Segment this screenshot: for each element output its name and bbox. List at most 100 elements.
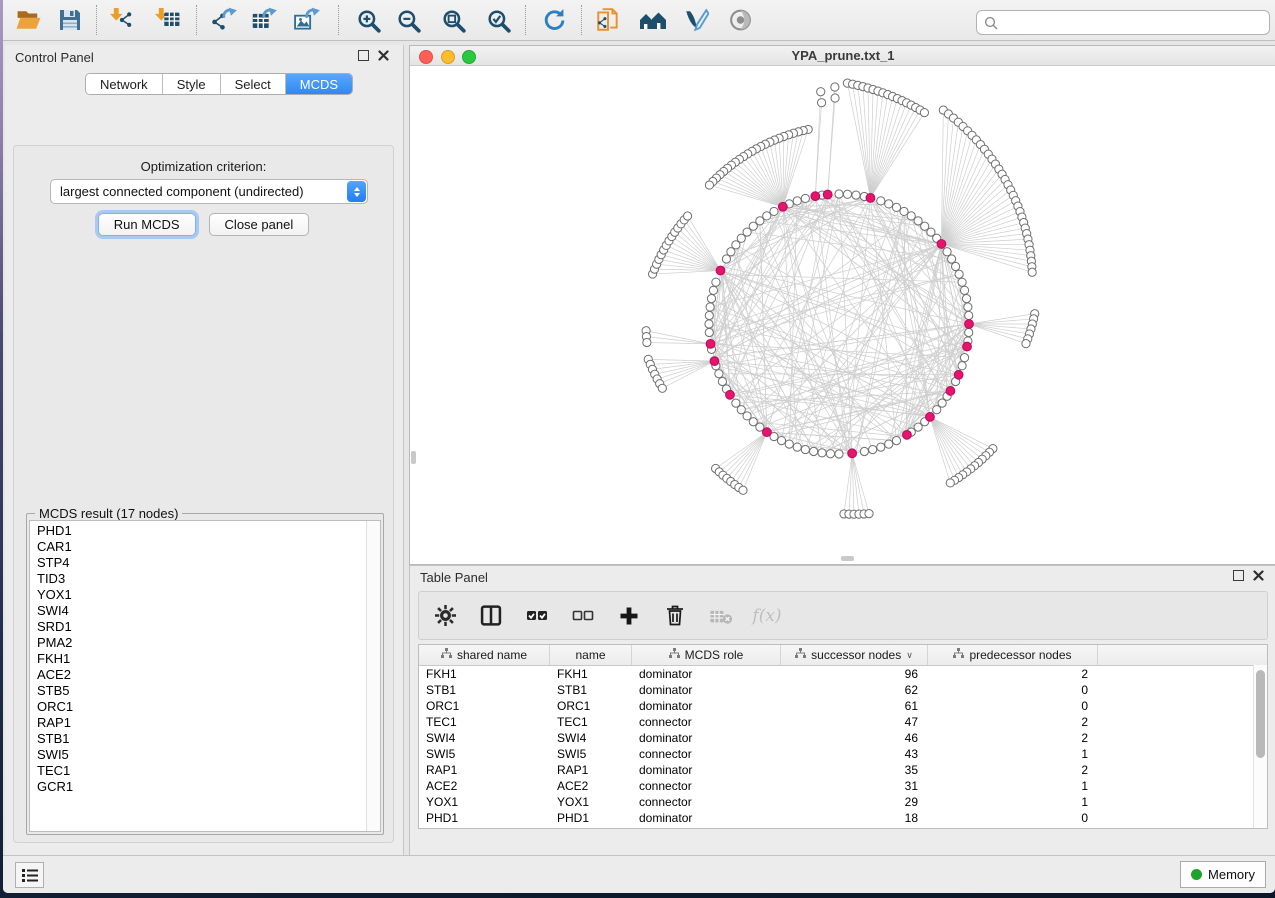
mcds-result-item[interactable]: FKH1	[37, 651, 380, 667]
mcds-result-item[interactable]: SWI4	[37, 603, 380, 619]
cell: 0	[928, 699, 1098, 713]
mcds-result-item[interactable]: PMA2	[37, 635, 380, 651]
control-panel: Control Panel NetworkStyleSelectMCDS Opt…	[5, 45, 404, 855]
cell: dominator	[632, 731, 781, 745]
close-table-panel-icon[interactable]	[1253, 570, 1264, 581]
run-mcds-button[interactable]: Run MCDS	[98, 213, 196, 236]
zoom-out-icon[interactable]	[392, 4, 424, 36]
save-session-icon[interactable]	[54, 4, 86, 36]
cell: SWI5	[419, 747, 550, 761]
node-table[interactable]: shared namenameMCDS rolesuccessor nodes∨…	[418, 644, 1268, 829]
mcds-result-item[interactable]: STB5	[37, 683, 380, 699]
delete-columns-icon[interactable]	[663, 604, 687, 628]
cell: TEC1	[419, 715, 550, 729]
control-panel-title: Control Panel	[15, 50, 94, 65]
network-canvas[interactable]	[410, 66, 1275, 564]
table-row-SWI4[interactable]: SWI4SWI4dominator462	[419, 730, 1267, 746]
search-box[interactable]	[976, 10, 1270, 35]
column-header-successor-nodes[interactable]: successor nodes∨	[781, 645, 928, 665]
cell: dominator	[632, 683, 781, 697]
table-row-FKH1[interactable]: FKH1FKH1dominator962	[419, 666, 1267, 682]
import-table-icon[interactable]	[152, 4, 184, 36]
network-window-titlebar[interactable]: YPA_prune.txt_1	[410, 46, 1275, 66]
cell: 1	[928, 747, 1098, 761]
mcds-result-item[interactable]: GCR1	[37, 779, 380, 795]
mcds-result-item[interactable]: SWI5	[37, 747, 380, 763]
share-document-icon[interactable]	[592, 4, 624, 36]
table-mode-gear-icon[interactable]	[433, 604, 457, 628]
network-hscroll-thumb[interactable]	[841, 556, 854, 561]
network-overview-icon[interactable]	[637, 4, 669, 36]
eye-icon[interactable]	[724, 4, 756, 36]
deselect-all-columns-icon[interactable]	[571, 604, 595, 628]
cell: RAP1	[419, 763, 550, 777]
mcds-result-item[interactable]: STP4	[37, 555, 380, 571]
table-scrollbar-track[interactable]	[1253, 665, 1267, 828]
mcds-result-item[interactable]: CAR1	[37, 539, 380, 555]
list-scrollbar-track[interactable]	[366, 521, 380, 831]
mcds-result-list[interactable]: PHD1CAR1STP4TID3YOX1SWI4SRD1PMA2FKH1ACE2…	[29, 520, 381, 832]
network-vscroll-thumb[interactable]	[411, 451, 416, 464]
table-scrollbar-thumb[interactable]	[1256, 670, 1265, 758]
float-table-panel-icon[interactable]	[1233, 570, 1244, 581]
zoom-in-icon[interactable]	[352, 4, 384, 36]
select-all-columns-icon[interactable]	[525, 604, 549, 628]
create-column-icon[interactable]	[617, 604, 641, 628]
cell: connector	[632, 747, 781, 761]
table-row-RAP1[interactable]: RAP1RAP1dominator352	[419, 762, 1267, 778]
import-network-icon[interactable]	[107, 4, 139, 36]
mcds-result-item[interactable]: YOX1	[37, 587, 380, 603]
mcds-result-item[interactable]: ACE2	[37, 667, 380, 683]
cell: STB1	[550, 683, 632, 697]
refresh-view-icon[interactable]	[537, 4, 569, 36]
column-header-MCDS-role[interactable]: MCDS role	[632, 645, 781, 665]
memory-button[interactable]: Memory	[1180, 861, 1266, 888]
export-table-icon[interactable]	[249, 4, 281, 36]
task-history-button[interactable]	[15, 862, 44, 888]
toolbar-separator	[581, 5, 582, 35]
export-network-icon[interactable]	[209, 4, 241, 36]
network-graph[interactable]	[410, 66, 1274, 564]
mcds-result-item[interactable]: RAP1	[37, 715, 380, 731]
mcds-result-item[interactable]: SRD1	[37, 619, 380, 635]
mcds-result-item[interactable]: TID3	[37, 571, 380, 587]
cell: 43	[781, 747, 928, 761]
open-session-icon[interactable]	[12, 4, 44, 36]
search-input[interactable]	[998, 14, 1269, 31]
mcds-result-item[interactable]: STB1	[37, 731, 380, 747]
table-row-STB1[interactable]: STB1STB1dominator620	[419, 682, 1267, 698]
tab-network[interactable]: Network	[86, 74, 162, 94]
float-panel-icon[interactable]	[358, 50, 369, 61]
network-view-window: YPA_prune.txt_1	[409, 45, 1275, 565]
close-panel-button[interactable]: Close panel	[209, 213, 310, 236]
search-icon	[984, 16, 998, 30]
tab-mcds[interactable]: MCDS	[285, 74, 352, 94]
table-row-YOX1[interactable]: YOX1YOX1connector291	[419, 794, 1267, 810]
mcds-result-item[interactable]: TEC1	[37, 763, 380, 779]
column-header-name[interactable]: name	[550, 645, 632, 665]
cell: TEC1	[550, 715, 632, 729]
tab-select[interactable]: Select	[220, 74, 285, 94]
table-row-TEC1[interactable]: TEC1TEC1connector472	[419, 714, 1267, 730]
cell: SWI4	[550, 731, 632, 745]
cell: ACE2	[550, 779, 632, 793]
cell: 31	[781, 779, 928, 793]
close-panel-icon[interactable]	[378, 50, 389, 61]
mcds-result-item[interactable]: ORC1	[37, 699, 380, 715]
application-window: Control Panel NetworkStyleSelectMCDS Opt…	[3, 0, 1275, 893]
table-row-ACE2[interactable]: ACE2ACE2connector311	[419, 778, 1267, 794]
tab-style[interactable]: Style	[162, 74, 220, 94]
table-row-SWI5[interactable]: SWI5SWI5connector431	[419, 746, 1267, 762]
mcds-result-item[interactable]: PHD1	[37, 523, 380, 539]
column-header-shared-name[interactable]: shared name	[419, 645, 550, 665]
zoom-selected-icon[interactable]	[482, 4, 514, 36]
zoom-fit-icon[interactable]	[437, 4, 469, 36]
cell: connector	[632, 795, 781, 809]
show-columns-icon[interactable]	[479, 604, 503, 628]
table-row-ORC1[interactable]: ORC1ORC1dominator610	[419, 698, 1267, 714]
column-header-predecessor-nodes[interactable]: predecessor nodes	[928, 645, 1098, 665]
export-image-icon[interactable]	[292, 4, 324, 36]
criterion-select[interactable]: largest connected component (undirected)	[50, 179, 368, 204]
table-row-PHD1[interactable]: PHD1PHD1dominator180	[419, 810, 1267, 826]
style-brush-icon[interactable]	[680, 4, 712, 36]
